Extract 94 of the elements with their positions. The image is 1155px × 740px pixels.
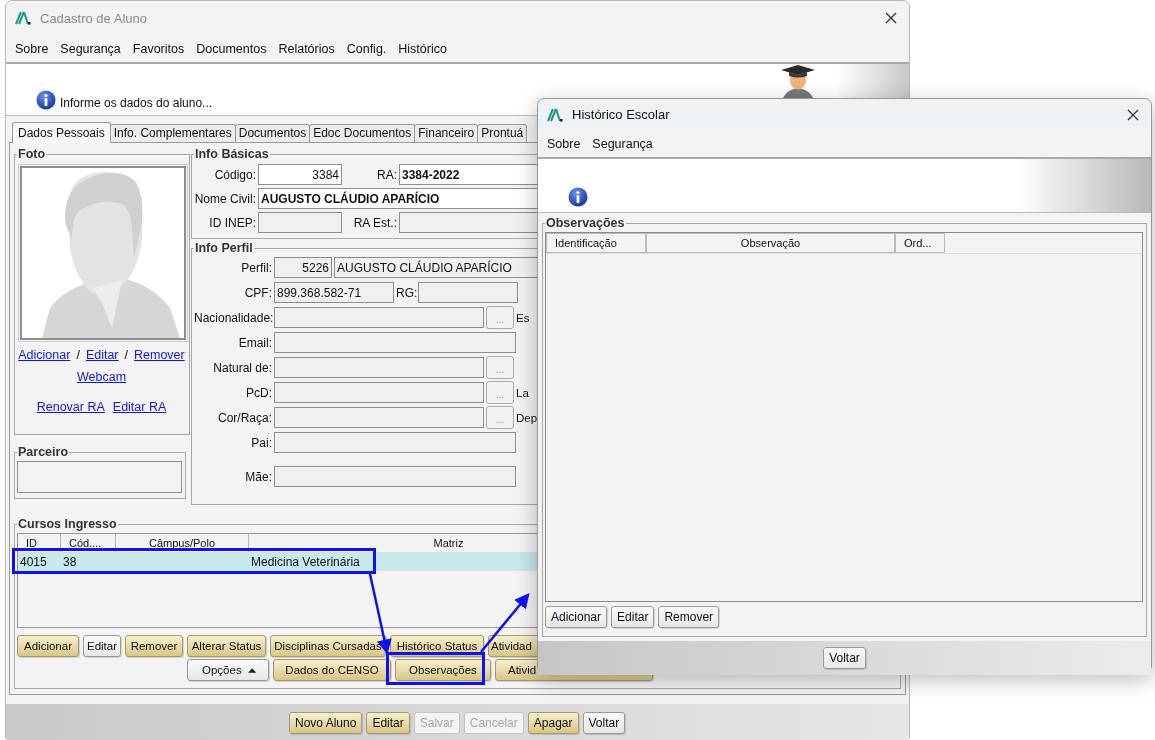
menu-item[interactable]: Favoritos xyxy=(126,41,191,56)
field-label: Email: xyxy=(237,335,273,350)
field-label: ID INEP: xyxy=(208,215,257,230)
action-button[interactable]: Apagar xyxy=(527,712,579,734)
menu-item[interactable]: Relatórios xyxy=(272,41,341,56)
text-field[interactable] xyxy=(274,466,516,487)
field-label: Pai: xyxy=(250,435,273,450)
action-button[interactable]: Observações xyxy=(395,659,491,681)
table-cell-text: 4015 xyxy=(19,554,48,571)
group-title: Foto xyxy=(17,147,47,161)
action-button[interactable]: Remover xyxy=(658,606,720,628)
text-field[interactable]: 5226 xyxy=(274,257,332,278)
group-title: Info Perfil xyxy=(194,241,254,255)
action-button[interactable]: Alterar Status xyxy=(187,635,266,657)
action-button[interactable]: Editar xyxy=(611,606,655,628)
menu-item[interactable]: Segurança xyxy=(54,41,127,56)
action-button[interactable]: Editar xyxy=(83,635,121,657)
field-label: Nome Civil: xyxy=(194,191,257,206)
field-label: Cor/Raça: xyxy=(216,410,273,425)
menu-item[interactable]: Sobre xyxy=(541,136,587,151)
table-cell-text: Medicina Veterinária xyxy=(250,554,361,571)
field-label: La xyxy=(516,386,529,399)
field-label: PcD: xyxy=(245,385,273,400)
action-button[interactable]: Editar xyxy=(366,712,410,734)
field-label: RA Est.: xyxy=(352,215,398,230)
field-label: CPF: xyxy=(243,285,273,300)
menu-item[interactable]: Segurança xyxy=(586,136,659,151)
field-label: Código: xyxy=(213,167,257,182)
action-button[interactable]: Novo Aluno xyxy=(289,712,363,734)
info-icon xyxy=(568,187,588,207)
column-header[interactable]: Ord... xyxy=(895,233,945,253)
tab[interactable]: Documentos xyxy=(234,124,311,142)
field-label: Dep xyxy=(516,411,538,424)
text-field[interactable] xyxy=(274,307,484,328)
tab[interactable]: Info. Complementares xyxy=(109,124,236,142)
close-icon[interactable] xyxy=(1127,108,1139,121)
group-title: Parceiro xyxy=(17,445,70,459)
text-field[interactable] xyxy=(274,382,484,403)
field-label: RG: xyxy=(395,285,418,300)
photo-link[interactable]: Editar xyxy=(85,348,119,362)
group-title: Cursos Ingresso xyxy=(17,517,118,531)
field-label: RA: xyxy=(376,167,398,182)
info-message: Informe os dados do aluno... xyxy=(60,96,213,110)
separator-text: / xyxy=(76,348,80,362)
action-button[interactable]: Dados do CENSO xyxy=(273,659,391,681)
window-title: Histórico Escolar xyxy=(572,107,670,122)
photo-link[interactable]: Editar RA xyxy=(112,400,167,414)
text-field[interactable] xyxy=(274,407,484,428)
text-field[interactable] xyxy=(274,332,516,353)
action-button[interactable]: Remover xyxy=(125,635,183,657)
tab[interactable]: Prontuá xyxy=(477,124,528,142)
action-button[interactable]: Opções xyxy=(187,659,269,681)
text-field[interactable] xyxy=(274,432,516,453)
menu-item[interactable]: Sobre xyxy=(9,41,55,56)
menu-item[interactable]: Config. xyxy=(340,41,393,56)
column-header[interactable]: Observação xyxy=(646,233,895,253)
photo-link[interactable]: Webcam xyxy=(76,370,127,384)
text-field[interactable]: 3384 xyxy=(258,164,342,185)
text-field[interactable] xyxy=(258,212,342,233)
group-title: Observações xyxy=(545,216,626,230)
field-label: Mãe: xyxy=(244,469,273,484)
table-cell-text: 38 xyxy=(62,554,78,571)
field-label: Es xyxy=(516,311,530,324)
field-label: Perfil: xyxy=(240,260,273,275)
action-button[interactable]: Disciplinas Cursadas xyxy=(270,635,386,657)
text-field[interactable]: 899.368.582-71 xyxy=(274,282,394,303)
action-button[interactable]: Histórico Status xyxy=(390,635,484,657)
menu-item[interactable]: Documentos xyxy=(190,41,273,56)
field-label: Natural de: xyxy=(212,360,273,375)
action-button[interactable]: Adicionar xyxy=(545,606,608,628)
tab[interactable]: Financeiro xyxy=(414,124,479,142)
arrow xyxy=(480,593,530,653)
window-title: Cadastro de Aluno xyxy=(40,10,147,26)
photo-link[interactable]: Remover xyxy=(134,348,185,362)
tab[interactable]: Edoc Documentos xyxy=(309,124,416,142)
logo-icon xyxy=(547,107,563,122)
logo-icon xyxy=(15,11,31,25)
separator-text: / xyxy=(124,348,128,362)
partner-field[interactable] xyxy=(17,461,182,493)
menu-item[interactable]: Histórico xyxy=(392,41,453,56)
action-button[interactable]: Voltar xyxy=(823,647,866,669)
photo-link[interactable]: Renovar RA xyxy=(36,400,105,414)
photo-link[interactable]: Adicionar xyxy=(18,348,71,362)
action-button[interactable]: Voltar xyxy=(582,712,626,734)
tab[interactable]: Dados Pessoais xyxy=(12,122,111,143)
group-title: Info Básicas xyxy=(194,147,270,161)
close-icon[interactable] xyxy=(885,12,897,24)
info-icon xyxy=(36,90,56,110)
text-field[interactable] xyxy=(418,282,518,303)
text-field[interactable] xyxy=(274,357,484,378)
field-label: Nacionalidade: xyxy=(194,310,274,325)
action-button[interactable]: Adicionar xyxy=(17,635,79,657)
caret-up-icon xyxy=(247,667,256,673)
column-header[interactable]: Identificação xyxy=(546,233,646,253)
